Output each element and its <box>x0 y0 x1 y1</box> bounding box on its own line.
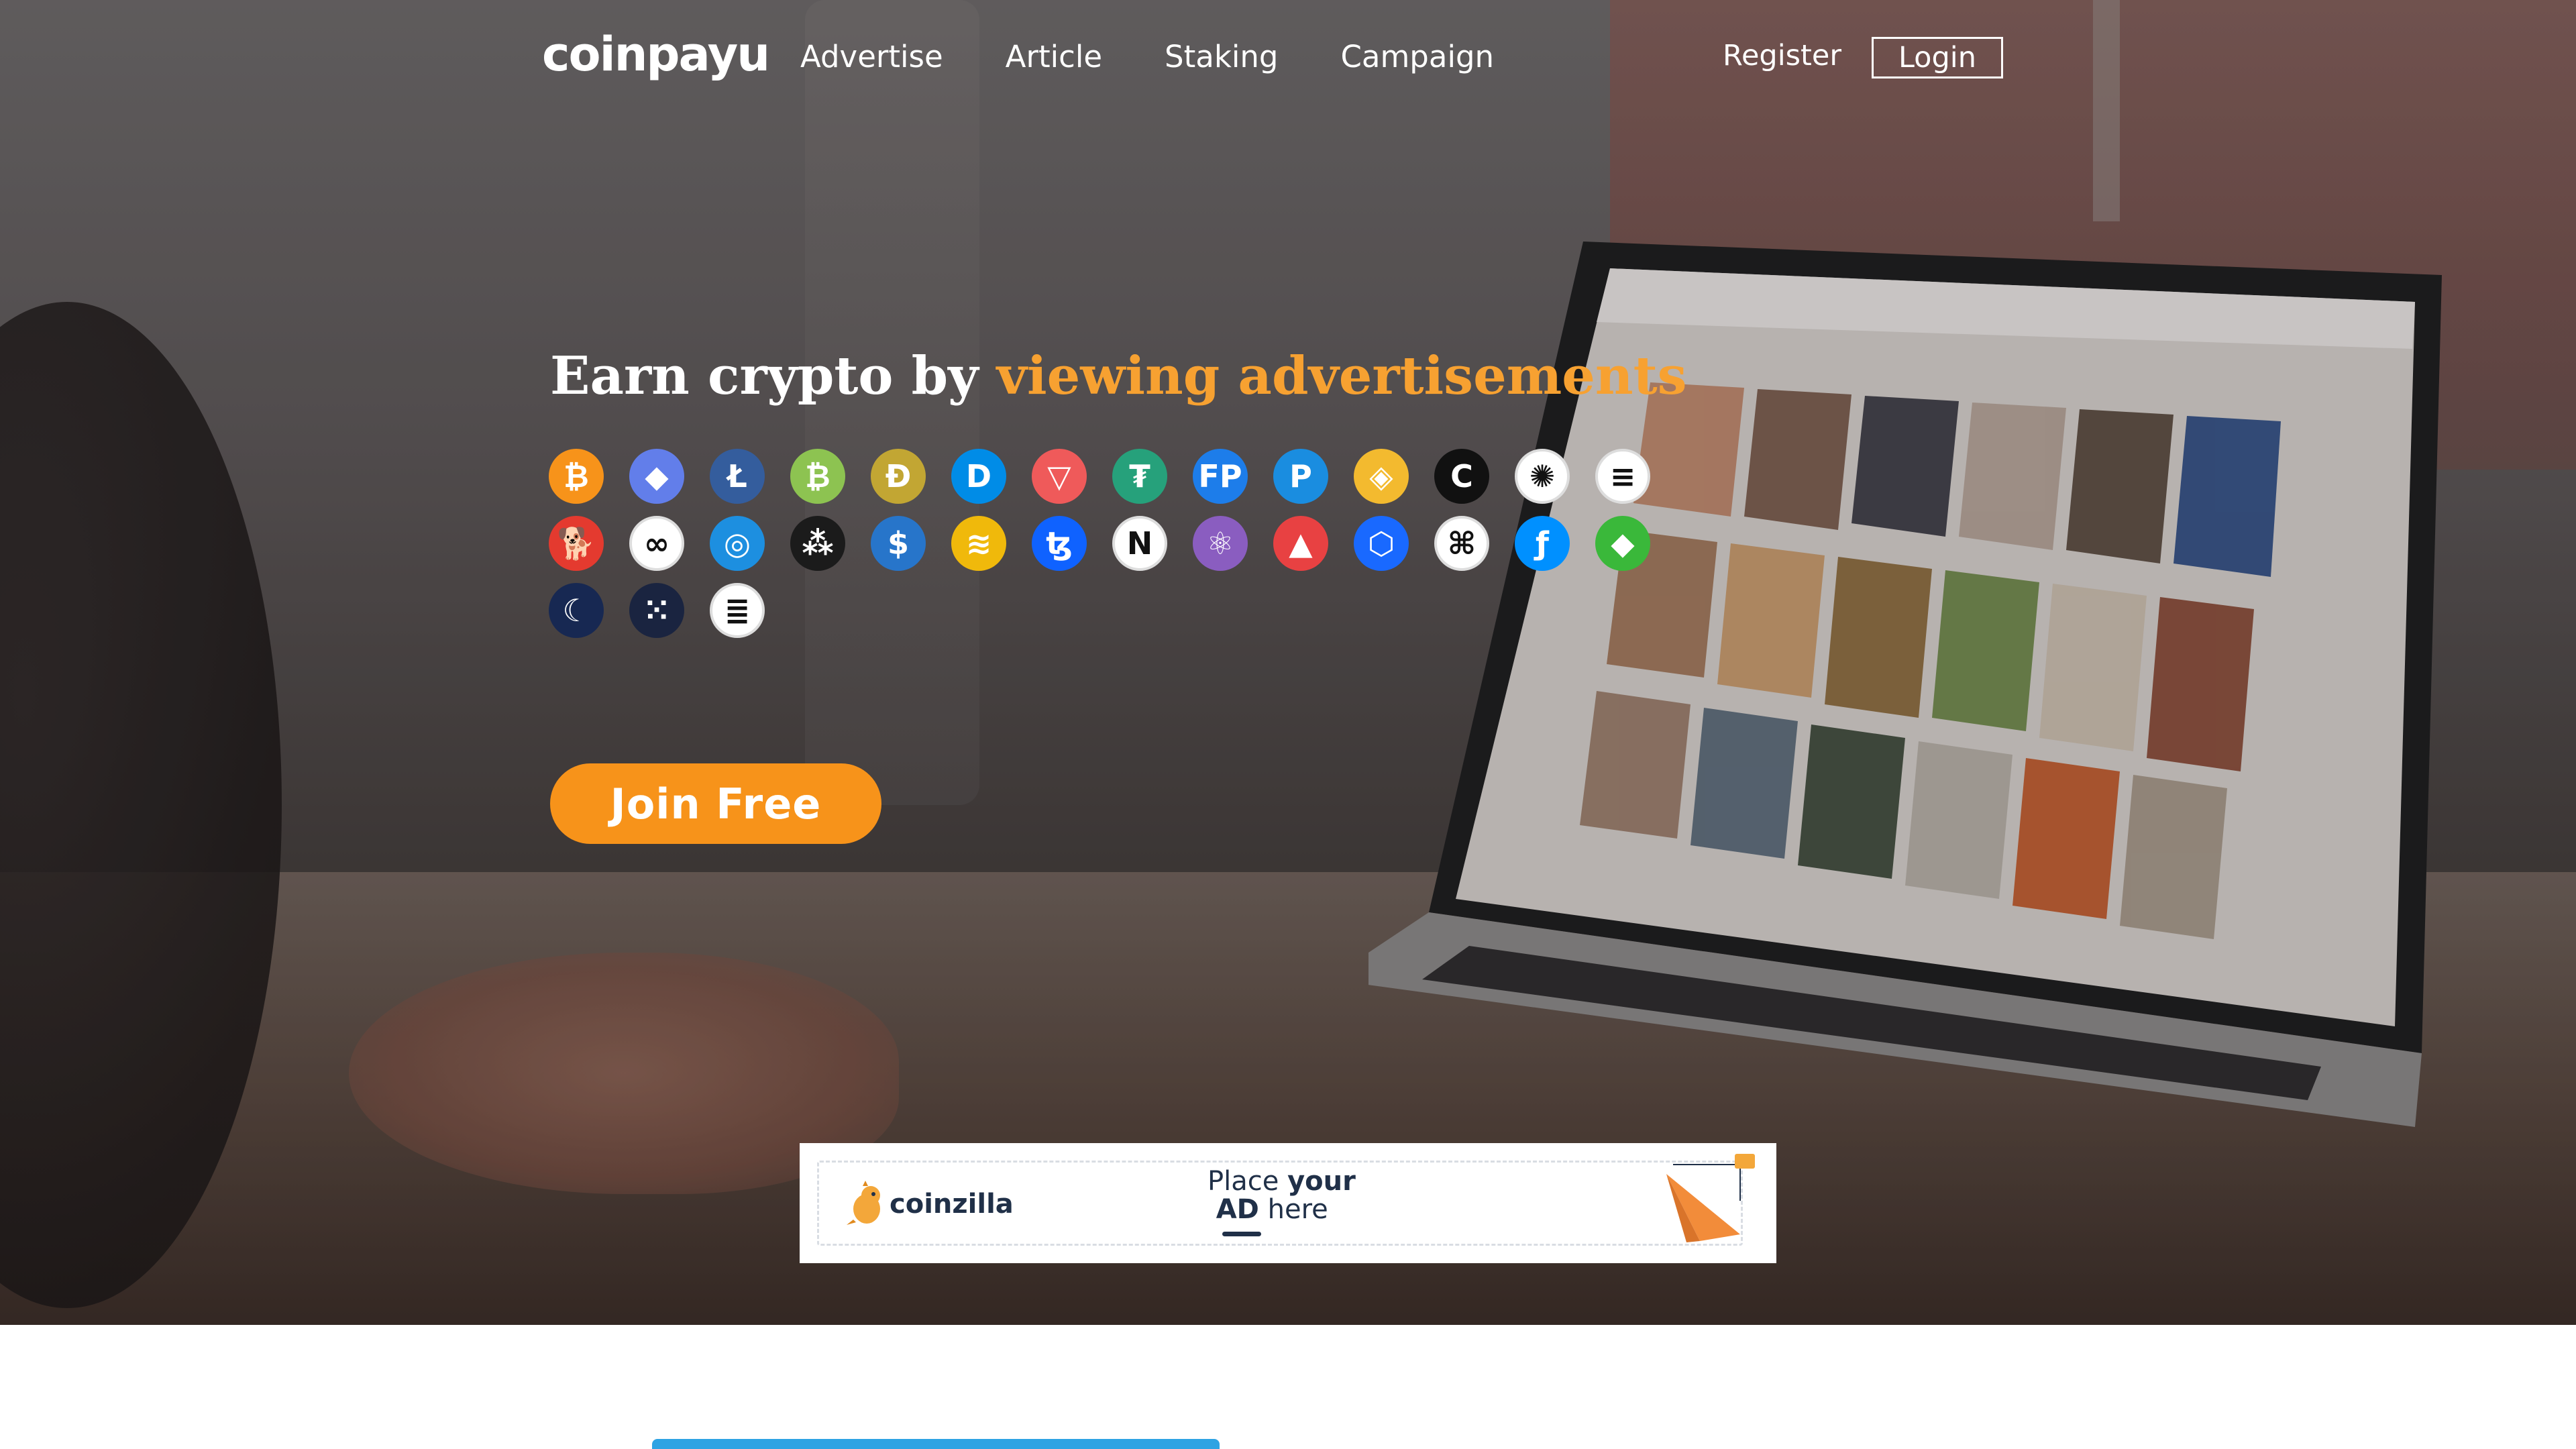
usdc-icon: $ <box>871 516 926 571</box>
nav-staking[interactable]: Staking <box>1165 39 1278 74</box>
main-nav: Advertise Article Staking Campaign <box>800 39 1556 74</box>
login-button[interactable]: Login <box>1872 37 2003 78</box>
section-tab-bar[interactable] <box>652 1439 1220 1449</box>
cosmos-icon: ⚛ <box>1193 516 1248 571</box>
ad-text-ad: AD <box>1216 1194 1259 1225</box>
nav-campaign[interactable]: Campaign <box>1340 39 1494 74</box>
avalanche-icon: ▲ <box>1273 516 1328 571</box>
ethereum-classic-icon: ◆ <box>1595 516 1650 571</box>
bnb-icon: ◈ <box>1354 449 1409 504</box>
tezos-icon: ꜩ <box>1032 516 1087 571</box>
tether-icon: ₮ <box>1112 449 1167 504</box>
coinzilla-logo-text: coinzilla <box>890 1189 1014 1220</box>
cardano-icon: ✺ <box>1515 449 1570 504</box>
bitcoin-icon: ₿ <box>549 449 604 504</box>
coinpayu-logo[interactable]: coinpayu <box>542 27 770 82</box>
nav-article[interactable]: Article <box>1006 39 1102 74</box>
payeer-icon: P <box>1273 449 1328 504</box>
nav-advertise[interactable]: Advertise <box>800 39 943 74</box>
ad-text-here: here <box>1258 1194 1328 1225</box>
join-free-button[interactable]: Join Free <box>550 763 881 844</box>
ad-placeholder-text: Place your AD here <box>1208 1167 1409 1224</box>
tron-icon: ▽ <box>1032 449 1087 504</box>
coinzilla-mascot-icon <box>847 1181 880 1225</box>
harmony-icon: ⌘ <box>1434 516 1489 571</box>
us-flag-icon: ≣ <box>710 583 765 638</box>
register-link[interactable]: Register <box>1723 39 1841 72</box>
terra-luna-icon: ☾ <box>549 583 604 638</box>
ad-corner-arrow-icon <box>1666 1154 1755 1242</box>
dash-icon: D <box>951 449 1006 504</box>
iota-icon: ⁂ <box>790 516 845 571</box>
bitcoin-cash-icon: ₿ <box>790 449 845 504</box>
near-icon: N <box>1112 516 1167 571</box>
headline-prefix: Earn crypto by <box>550 345 979 407</box>
shiba-inu-icon: 🐕 <box>549 516 604 571</box>
hero-headline: Earn crypto by viewing advertisements <box>550 345 1687 407</box>
filecoin-icon: ƒ <box>1515 516 1570 571</box>
ad-text-underline <box>1222 1232 1261 1236</box>
hero-section <box>0 0 2576 1325</box>
binance-usd-icon: ≋ <box>951 516 1006 571</box>
dogecoin-icon: Ð <box>871 449 926 504</box>
headline-accent: viewing advertisements <box>996 345 1687 407</box>
bittorrent-icon: C <box>1434 449 1489 504</box>
ad-banner[interactable]: coinzilla Place your AD here <box>800 1143 1776 1263</box>
litecoin-icon: Ł <box>710 449 765 504</box>
ad-text-place: Place <box>1208 1166 1288 1197</box>
zilliqa-icon: ◎ <box>710 516 765 571</box>
dots-icon: ⁙ <box>629 583 684 638</box>
fantom-icon: ⬡ <box>1354 516 1409 571</box>
ad-text-your: your <box>1287 1166 1356 1197</box>
hero-overlay <box>0 0 2576 1325</box>
solana-icon: ≡ <box>1595 449 1650 504</box>
polygon-icon: ∞ <box>629 516 684 571</box>
ethereum-icon: ◆ <box>629 449 684 504</box>
faucetpay-icon: FP <box>1193 449 1248 504</box>
